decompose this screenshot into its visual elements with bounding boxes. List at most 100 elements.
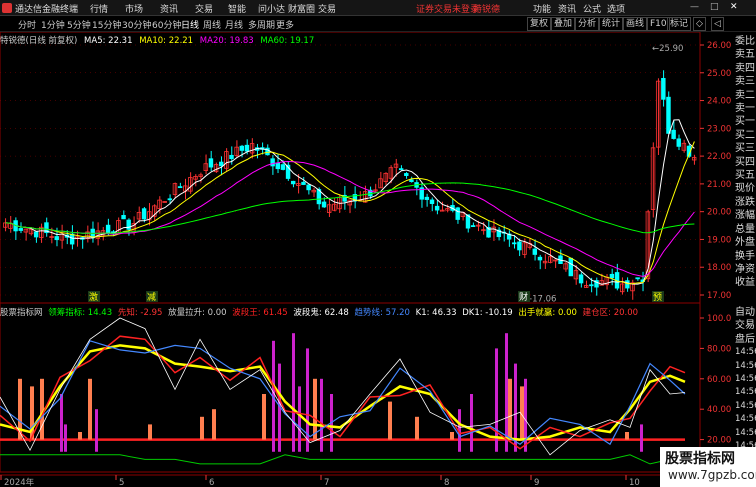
menu-wenxiaoda[interactable]: 问小达	[258, 2, 285, 15]
candle-body	[301, 181, 306, 185]
nav-up-icon[interactable]: ◇	[693, 17, 706, 31]
ind-lingchou: 领筹指标: 14.43	[48, 308, 113, 318]
minimize-icon[interactable]: —	[690, 2, 699, 12]
sidebar-label: 卖一	[735, 103, 755, 115]
period-1min[interactable]: 1分钟	[41, 18, 65, 31]
price-tick-label: 23.00	[707, 124, 731, 134]
trade-label: 14:56	[735, 427, 756, 438]
trade-label: 14:56	[735, 360, 756, 371]
signal-bar	[148, 424, 152, 440]
btn-huaxian[interactable]: 画线	[623, 17, 648, 31]
sidebar-label: 换手	[735, 250, 755, 262]
period-fenshi[interactable]: 分时	[18, 18, 36, 31]
candle-body	[635, 277, 640, 280]
sidebar-label: 卖二	[735, 89, 755, 101]
candle-body	[126, 219, 131, 230]
candle-body	[219, 161, 224, 167]
price-tick-label: 20.00	[707, 208, 731, 218]
candle-body	[404, 173, 409, 176]
period-5min[interactable]: 5分钟	[67, 18, 91, 31]
nav-left-icon[interactable]: ◁	[711, 17, 724, 31]
price-tick-label: 19.00	[707, 235, 731, 245]
price-tick-label: 18.00	[707, 263, 731, 273]
candle-body	[671, 129, 676, 139]
menu-jiaoyi[interactable]: 交易	[195, 2, 213, 15]
signal-bar	[450, 432, 454, 440]
candle-body	[455, 207, 460, 220]
candle-body	[512, 242, 517, 245]
volume-bar	[95, 409, 98, 452]
title-bar: 通达信金融终端 行情 市场 资讯 交易 智能 问小达 财富圈 交易 证券交易未登…	[0, 0, 756, 16]
signal-bar	[200, 416, 204, 440]
ind-fangliang: 放量拉升: 0.00	[168, 308, 227, 318]
candle-body	[69, 233, 75, 245]
candle-body	[625, 280, 630, 289]
sidebar-label: 卖三	[735, 76, 755, 88]
volume-bar	[64, 424, 67, 452]
close-icon[interactable]: ✕	[730, 2, 738, 12]
event-marker: 激	[89, 291, 98, 303]
maximize-icon[interactable]: □	[710, 2, 719, 12]
x-axis-label: 7	[324, 478, 329, 487]
x-axis-label: 8	[444, 478, 449, 487]
menu-jiaoyi2[interactable]: 交易	[318, 2, 336, 15]
trade-label: 交易	[735, 320, 755, 332]
ind-tick-label: 80.00	[707, 344, 731, 354]
signal-bar	[313, 378, 317, 440]
ma-info-bar: 特锐德(日线 前复权) MA5: 22.31 MA10: 22.21 MA20:…	[0, 34, 318, 46]
menu-caifuquan[interactable]: 财富圈	[288, 2, 315, 15]
candle-body	[208, 158, 214, 168]
event-marker: 财	[519, 291, 528, 303]
kline-chart[interactable]: 26.00 25.00 24.00 23.00 22.00 21.00 20.00 19.00…	[0, 32, 756, 487]
menu-shichang[interactable]: 市场	[125, 2, 143, 15]
menu-gongneng[interactable]: 功能	[533, 2, 551, 15]
menu-xuanxiang[interactable]: 选项	[607, 2, 625, 15]
event-marker: 预	[653, 292, 662, 303]
volume-bar	[470, 394, 473, 452]
btn-fenxi[interactable]: 分析	[575, 17, 600, 31]
login-status[interactable]: 证券交易未登录	[416, 2, 479, 15]
candle-body	[676, 138, 681, 147]
candle-body	[290, 180, 296, 185]
event-marker: 减	[147, 291, 156, 303]
ind-tick-label: 100.0	[707, 314, 731, 324]
period-more[interactable]: 更多	[276, 18, 294, 31]
x-axis-label: 9	[534, 478, 539, 487]
candle-body	[33, 231, 39, 238]
ind-tick-label: 20.00	[707, 436, 731, 446]
menu-zixun[interactable]: 资讯	[160, 2, 178, 15]
ind-dk1: DK1: -10.19	[462, 308, 513, 318]
x-axis-label: 5	[119, 478, 124, 487]
btn-fuquan[interactable]: 复权	[527, 17, 552, 31]
candle-body	[105, 224, 111, 235]
indicator-bar: 股票指标网 领筹指标: 14.43 先知: -2.95 放量拉升: 0.00 波…	[0, 306, 641, 318]
volume-bar	[292, 333, 295, 452]
period-day[interactable]: 日线	[181, 18, 199, 31]
ma5-value: MA5: 22.31	[84, 36, 133, 46]
period-month[interactable]: 月线	[225, 18, 243, 31]
quote-sidebar: 委比 卖五 卖四 卖三 卖二 卖一 买一 买二 买三 买四 买五 现价 涨跌 涨幅 总量 外盘 换手 净资 收益	[735, 35, 756, 305]
menu-gongshi[interactable]: 公式	[583, 2, 601, 15]
period-60min[interactable]: 60分钟	[152, 18, 181, 31]
period-week[interactable]: 周线	[203, 18, 221, 31]
btn-biaoji[interactable]: 标记	[667, 17, 692, 31]
chart-title: 特锐德(日线 前复权)	[0, 36, 78, 46]
trade-label: 14:56	[735, 400, 756, 411]
menu-hangqing[interactable]: 行情	[90, 2, 108, 15]
candle-body	[239, 145, 245, 151]
sidebar-label: 卖五	[735, 49, 755, 61]
menu-zhineng[interactable]: 智能	[228, 2, 246, 15]
indicator-name[interactable]: 股票指标网	[0, 308, 43, 318]
period-multi[interactable]: 多周期	[248, 18, 275, 31]
period-30min[interactable]: 30分钟	[122, 18, 151, 31]
menu-zixun2[interactable]: 资讯	[558, 2, 576, 15]
btn-diejia[interactable]: 叠加	[551, 17, 576, 31]
sidebar-label: 现价	[735, 183, 755, 195]
ma10-value: MA10: 22.21	[139, 36, 194, 46]
btn-tongji[interactable]: 统计	[599, 17, 624, 31]
candle-body	[280, 164, 286, 170]
bodan-red-line	[0, 335, 686, 450]
high-price-label: ←25.90	[652, 44, 683, 54]
candle-body	[54, 236, 59, 241]
period-15min[interactable]: 15分钟	[92, 18, 121, 31]
